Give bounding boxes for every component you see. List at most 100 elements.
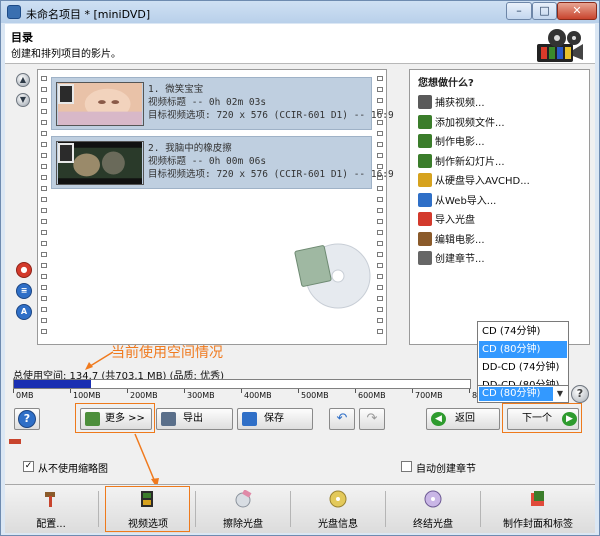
toolbar-separator <box>480 491 481 527</box>
film-perforation <box>41 252 47 257</box>
ruler-label: 500MB <box>301 391 329 400</box>
film-perforation <box>41 318 47 323</box>
arrow-up-icon[interactable]: ▲ <box>16 73 30 87</box>
disc-info-label: 光盘信息 <box>318 519 358 530</box>
film-perforation <box>41 98 47 103</box>
help-disc-icon[interactable]: ? <box>571 385 589 403</box>
task-item[interactable]: 导入光盘 <box>418 211 475 227</box>
ruler-label: 600MB <box>358 391 386 400</box>
task-item[interactable]: 制作新幻灯片... <box>418 153 505 169</box>
film-perforation <box>41 208 47 213</box>
configure-button[interactable]: 配置... <box>9 487 93 531</box>
cover-label-button[interactable]: 制作封面和标签 <box>486 487 590 531</box>
save-button[interactable]: 保存 <box>237 408 313 430</box>
film-perforation <box>41 274 47 279</box>
record-icon[interactable]: ● <box>16 262 32 278</box>
film-perforation <box>377 230 383 235</box>
task-item[interactable]: 从硬盘导入AVCHD... <box>418 172 530 188</box>
undo-icon[interactable]: ↶ <box>329 408 355 430</box>
task-item[interactable]: 创建章节... <box>418 250 485 266</box>
tasks-title: 您想做什么? <box>418 78 474 89</box>
disc-type-value: CD (80分钟) <box>479 387 553 401</box>
page-title: 目录 <box>11 31 33 44</box>
ruler-tick <box>184 389 185 393</box>
auto-icon[interactable]: A <box>16 304 32 320</box>
cover-label-label: 制作封面和标签 <box>503 519 573 530</box>
maximize-button[interactable]: □ <box>532 2 557 20</box>
film-perforation <box>377 241 383 246</box>
chevron-down-icon[interactable]: ▼ <box>553 387 567 401</box>
bottom-toolbar: 配置... 视频选项 擦除光盘 光盘信息 终结光盘 制作封面和标签 <box>5 484 595 533</box>
clip-name: 我脑中的橡皮擦 <box>165 143 232 154</box>
film-perforation <box>41 197 47 202</box>
export-button[interactable]: 导出 <box>156 408 233 430</box>
title-bar[interactable]: 未命名项目 * [miniDVD] – □ ✕ <box>1 1 599 23</box>
minimize-button[interactable]: – <box>506 2 532 20</box>
clip-row[interactable]: 2. 我脑中的橡皮擦 视频标题 -- 0h 00m 06s 目标视频选项: 72… <box>51 136 394 189</box>
clip-target: 目标视频选项: 720 x 576 (CCIR-601 D1) -- 16:9 <box>148 169 394 180</box>
back-button[interactable]: ◀ 返回 <box>426 408 500 430</box>
film-perforation <box>377 263 383 268</box>
disc-option[interactable]: DD-CD (74分钟) <box>479 359 567 376</box>
arrow-down-icon[interactable]: ▼ <box>16 93 30 107</box>
film-perforation <box>41 153 47 158</box>
film-perforation <box>41 186 47 191</box>
edit-movie-icon <box>418 231 432 246</box>
film-perforation <box>41 164 47 169</box>
clip-target: 目标视频选项: 720 x 576 (CCIR-601 D1) -- 16:9 <box>148 110 394 121</box>
film-perforation <box>41 307 47 312</box>
convert-icon[interactable]: ≡ <box>16 283 32 299</box>
clip-duration: 视频标题 -- 0h 02m 03s <box>148 97 267 108</box>
film-perforation <box>41 263 47 268</box>
task-item[interactable]: 编辑电影... <box>418 231 485 247</box>
filmstrip-perforations-left <box>38 70 50 344</box>
help-button[interactable]: ? <box>14 408 40 430</box>
configure-label: 配置... <box>36 519 66 530</box>
clip-index: 2. <box>148 143 160 154</box>
more-button[interactable]: 更多 >> <box>80 408 152 430</box>
finalize-disc-button[interactable]: 终结光盘 <box>391 487 475 531</box>
finalize-disc-label: 终结光盘 <box>413 519 453 530</box>
app-window: 未命名项目 * [miniDVD] – □ ✕ 目录 创建和排列项目的影片。 ▲… <box>0 0 600 536</box>
clip-filmstrip[interactable]: 1. 微笑宝宝 视频标题 -- 0h 02m 03s 目标视频选项: 720 x… <box>37 69 394 345</box>
never-thumbnails-checkbox[interactable]: ✓ <box>23 461 34 472</box>
next-button[interactable]: 下一个 ▶ <box>507 408 579 430</box>
import-avchd-icon <box>418 173 432 187</box>
disc-info-button[interactable]: 光盘信息 <box>296 487 380 531</box>
film-perforation <box>41 175 47 180</box>
auto-chapters-checkbox[interactable] <box>401 461 412 472</box>
main-client-area: 目录 创建和排列项目的影片。 ▲ ▼ ● ≡ A 1. 微笑宝宝 视频标题 --… <box>5 24 595 533</box>
film-perforation <box>41 241 47 246</box>
task-item[interactable]: 添加视频文件... <box>418 114 505 130</box>
toolbar-separator <box>98 491 99 527</box>
ruler-tick <box>70 389 71 393</box>
film-perforation <box>41 296 47 301</box>
annotation-arrow <box>134 433 159 488</box>
close-button[interactable]: ✕ <box>557 2 597 20</box>
arrow-right-icon: ▶ <box>562 412 577 426</box>
configure-hammer-icon <box>45 492 55 507</box>
page-subtitle: 创建和排列项目的影片。 <box>11 49 121 60</box>
ruler-tick <box>13 389 14 393</box>
erase-disc-button[interactable]: 擦除光盘 <box>201 487 285 531</box>
app-icon <box>7 5 21 19</box>
usage-ruler: 0MB100MB200MB300MB400MB500MB600MB700MB80… <box>13 389 500 401</box>
film-icon <box>58 84 74 104</box>
video-options-button[interactable]: 视频选项 <box>106 487 190 531</box>
task-item[interactable]: 制作电影... <box>418 133 485 149</box>
film-perforation <box>377 274 383 279</box>
clip-row[interactable]: 1. 微笑宝宝 视频标题 -- 0h 02m 03s 目标视频选项: 720 x… <box>51 77 394 130</box>
disc-info-icon <box>329 490 347 508</box>
task-item[interactable]: 捕获视频... <box>418 94 485 110</box>
disc-option-selected[interactable]: CD (80分钟) <box>479 341 567 358</box>
task-label: 从硬盘导入AVCHD... <box>435 176 530 187</box>
toolbar-separator <box>290 491 291 527</box>
cover-label-icon <box>531 491 544 506</box>
film-perforation <box>41 120 47 125</box>
film-perforation <box>41 329 47 334</box>
disc-option[interactable]: CD (74分钟) <box>479 323 567 340</box>
disc-type-select[interactable]: CD (80分钟) ▼ <box>477 385 569 403</box>
task-item[interactable]: 从Web导入... <box>418 192 496 208</box>
clip-details: 2. 我脑中的橡皮擦 视频标题 -- 0h 00m 06s 目标视频选项: 72… <box>148 142 394 181</box>
redo-icon[interactable]: ↷ <box>359 408 385 430</box>
